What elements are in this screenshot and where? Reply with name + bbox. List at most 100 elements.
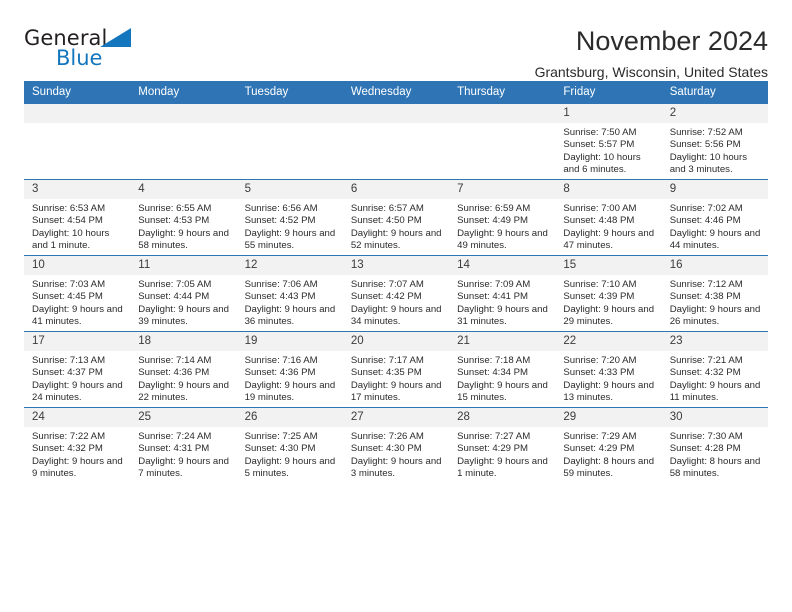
calendar-day-cell[interactable]: 14 Sunrise: 7:09 AM Sunset: 4:41 PM Dayligh… <box>449 255 556 332</box>
day-sun-info: Sunrise: 7:17 AM Sunset: 4:35 PM Daylight:… <box>343 351 449 405</box>
daylight-text: Daylight: 10 hours and 6 minutes. <box>563 151 641 176</box>
day-number: 1 <box>555 104 662 123</box>
daylight-text: Daylight: 9 hours and 3 minutes. <box>350 455 442 480</box>
sunset-text: Sunset: 4:33 PM <box>563 367 635 379</box>
calendar-day-cell[interactable]: 21 Sunrise: 7:18 AM Sunset: 4:34 PM Dayligh… <box>449 331 556 408</box>
day-sun-info: Sunrise: 7:21 AM Sunset: 4:32 PM Daylight:… <box>662 351 768 405</box>
day-number <box>24 104 131 123</box>
calendar-day-cell[interactable]: 9 Sunrise: 7:02 AM Sunset: 4:46 PM Daylight… <box>661 179 768 256</box>
calendar-cell-empty <box>449 103 556 180</box>
calendar-body: 1 Sunrise: 7:50 AM Sunset: 5:57 PM Daylight… <box>24 103 768 483</box>
calendar-day-cell[interactable]: 19 Sunrise: 7:16 AM Sunset: 4:36 PM Dayligh… <box>236 331 343 408</box>
calendar-day-cell[interactable]: 4 Sunrise: 6:55 AM Sunset: 4:53 PM Daylight… <box>130 179 237 256</box>
day-sun-info: Sunrise: 7:02 AM Sunset: 4:46 PM Daylight:… <box>662 199 768 253</box>
calendar-day-cell[interactable]: 25 Sunrise: 7:24 AM Sunset: 4:31 PM Dayligh… <box>130 407 237 483</box>
day-sun-info: Sunrise: 7:22 AM Sunset: 4:32 PM Daylight:… <box>24 427 130 481</box>
day-number: 13 <box>342 256 450 275</box>
sunrise-text: Sunrise: 7:20 AM <box>563 355 637 366</box>
sunset-text: Sunset: 4:48 PM <box>563 215 635 227</box>
sunrise-text: Sunrise: 7:30 AM <box>669 431 743 442</box>
calendar-day-cell[interactable]: 20 Sunrise: 7:17 AM Sunset: 4:35 PM Dayligh… <box>342 331 450 408</box>
title-block: November 2024 Grantsburg, Wisconsin, Uni… <box>535 24 768 82</box>
daylight-text: Daylight: 9 hours and 11 minutes. <box>669 379 761 404</box>
sunset-text: Sunset: 4:29 PM <box>457 443 529 455</box>
daylight-text: Daylight: 9 hours and 47 minutes. <box>563 227 655 252</box>
calendar-cell-empty <box>130 103 237 180</box>
calendar-day-cell[interactable]: 30 Sunrise: 7:30 AM Sunset: 4:28 PM Dayligh… <box>661 407 768 483</box>
calendar-day-cell[interactable]: 17 Sunrise: 7:13 AM Sunset: 4:37 PM Dayligh… <box>24 331 131 408</box>
calendar-day-cell[interactable]: 13 Sunrise: 7:07 AM Sunset: 4:42 PM Dayligh… <box>342 255 450 332</box>
day-number: 3 <box>24 180 131 199</box>
day-sun-info: Sunrise: 7:10 AM Sunset: 4:39 PM Daylight:… <box>555 275 661 329</box>
sunset-text: Sunset: 4:38 PM <box>669 291 741 303</box>
sunset-text: Sunset: 4:31 PM <box>138 443 210 455</box>
sunrise-text: Sunrise: 7:21 AM <box>669 355 743 366</box>
calendar-day-cell[interactable]: 28 Sunrise: 7:27 AM Sunset: 4:29 PM Dayligh… <box>449 407 556 483</box>
daylight-text: Daylight: 9 hours and 22 minutes. <box>138 379 229 404</box>
day-number: 18 <box>130 332 237 351</box>
daylight-text: Daylight: 8 hours and 59 minutes. <box>563 455 655 480</box>
daylight-text: Daylight: 9 hours and 31 minutes. <box>457 303 548 328</box>
calendar-day-cell[interactable]: 12 Sunrise: 7:06 AM Sunset: 4:43 PM Dayligh… <box>236 255 343 332</box>
sunset-text: Sunset: 4:46 PM <box>669 215 741 227</box>
day-sun-info: Sunrise: 7:20 AM Sunset: 4:33 PM Daylight:… <box>555 351 661 405</box>
daylight-text: Daylight: 10 hours and 1 minute. <box>32 227 110 252</box>
day-number: 5 <box>236 180 343 199</box>
calendar-day-cell[interactable]: 16 Sunrise: 7:12 AM Sunset: 4:38 PM Dayligh… <box>661 255 768 332</box>
sunrise-text: Sunrise: 7:52 AM <box>669 127 743 138</box>
brand-logo[interactable]: General Blue <box>24 24 144 74</box>
calendar-day-cell[interactable]: 7 Sunrise: 6:59 AM Sunset: 4:49 PM Daylight… <box>449 179 556 256</box>
weekday-header-sunday: Sunday <box>24 81 131 104</box>
day-sun-info: Sunrise: 7:25 AM Sunset: 4:30 PM Daylight:… <box>237 427 343 481</box>
day-number: 20 <box>342 332 450 351</box>
sunrise-text: Sunrise: 7:17 AM <box>350 355 424 366</box>
calendar-day-cell[interactable]: 29 Sunrise: 7:29 AM Sunset: 4:29 PM Dayligh… <box>555 407 662 483</box>
calendar-day-cell[interactable]: 23 Sunrise: 7:21 AM Sunset: 4:32 PM Dayligh… <box>661 331 768 408</box>
sunset-text: Sunset: 4:36 PM <box>138 367 210 379</box>
sunrise-text: Sunrise: 7:10 AM <box>563 279 637 290</box>
sunrise-text: Sunrise: 7:03 AM <box>32 279 106 290</box>
calendar-day-cell[interactable]: 27 Sunrise: 7:26 AM Sunset: 4:30 PM Dayligh… <box>342 407 450 483</box>
weekday-header-saturday: Saturday <box>661 81 768 104</box>
sunrise-text: Sunrise: 6:57 AM <box>350 203 424 214</box>
sunrise-text: Sunrise: 7:05 AM <box>138 279 212 290</box>
day-number: 16 <box>661 256 768 275</box>
daylight-text: Daylight: 9 hours and 9 minutes. <box>32 455 123 480</box>
daylight-text: Daylight: 9 hours and 29 minutes. <box>563 303 655 328</box>
day-number: 25 <box>130 408 237 427</box>
calendar-day-cell[interactable]: 15 Sunrise: 7:10 AM Sunset: 4:39 PM Dayligh… <box>555 255 662 332</box>
sunrise-text: Sunrise: 7:07 AM <box>350 279 424 290</box>
sunset-text: Sunset: 4:50 PM <box>350 215 422 227</box>
calendar-day-cell[interactable]: 6 Sunrise: 6:57 AM Sunset: 4:50 PM Daylight… <box>342 179 450 256</box>
calendar-day-cell[interactable]: 5 Sunrise: 6:56 AM Sunset: 4:52 PM Daylight… <box>236 179 343 256</box>
day-number: 29 <box>555 408 662 427</box>
sunrise-text: Sunrise: 7:18 AM <box>457 355 531 366</box>
sunset-text: Sunset: 4:43 PM <box>244 291 316 303</box>
weekday-header-tuesday: Tuesday <box>236 81 343 104</box>
calendar-day-cell[interactable]: 2 Sunrise: 7:52 AM Sunset: 5:56 PM Daylight… <box>661 103 768 180</box>
calendar-day-cell[interactable]: 11 Sunrise: 7:05 AM Sunset: 4:44 PM Dayligh… <box>130 255 237 332</box>
calendar-day-cell[interactable]: 10 Sunrise: 7:03 AM Sunset: 4:45 PM Dayligh… <box>24 255 131 332</box>
day-sun-info: Sunrise: 7:09 AM Sunset: 4:41 PM Daylight:… <box>449 275 555 329</box>
day-sun-info: Sunrise: 6:56 AM Sunset: 4:52 PM Daylight:… <box>237 199 343 253</box>
calendar-day-cell[interactable]: 26 Sunrise: 7:25 AM Sunset: 4:30 PM Dayligh… <box>236 407 343 483</box>
sunset-text: Sunset: 4:49 PM <box>457 215 529 227</box>
sunset-text: Sunset: 4:35 PM <box>350 367 422 379</box>
calendar-day-cell[interactable]: 1 Sunrise: 7:50 AM Sunset: 5:57 PM Daylight… <box>555 103 662 180</box>
day-number: 26 <box>236 408 343 427</box>
sunset-text: Sunset: 4:53 PM <box>138 215 210 227</box>
calendar-day-cell[interactable]: 22 Sunrise: 7:20 AM Sunset: 4:33 PM Dayligh… <box>555 331 662 408</box>
calendar-cell-empty <box>236 103 343 180</box>
day-number: 21 <box>449 332 556 351</box>
calendar-day-cell[interactable]: 24 Sunrise: 7:22 AM Sunset: 4:32 PM Dayligh… <box>24 407 131 483</box>
calendar-day-cell[interactable]: 3 Sunrise: 6:53 AM Sunset: 4:54 PM Daylight… <box>24 179 131 256</box>
daylight-text: Daylight: 9 hours and 15 minutes. <box>457 379 548 404</box>
calendar-day-cell[interactable]: 18 Sunrise: 7:14 AM Sunset: 4:36 PM Dayligh… <box>130 331 237 408</box>
day-number: 24 <box>24 408 131 427</box>
calendar-day-cell[interactable]: 8 Sunrise: 7:00 AM Sunset: 4:48 PM Daylight… <box>555 179 662 256</box>
sunset-text: Sunset: 4:39 PM <box>563 291 635 303</box>
day-number: 2 <box>661 104 768 123</box>
calendar-week-row: 24 Sunrise: 7:22 AM Sunset: 4:32 PM Dayligh… <box>24 407 768 483</box>
weekday-header-wednesday: Wednesday <box>342 81 450 104</box>
day-number <box>236 104 343 123</box>
